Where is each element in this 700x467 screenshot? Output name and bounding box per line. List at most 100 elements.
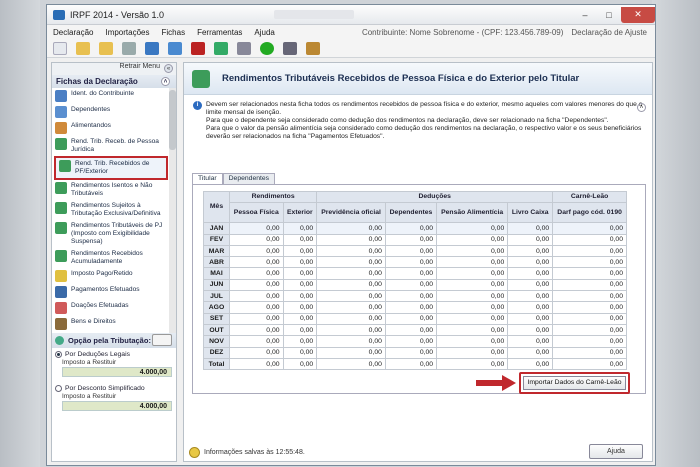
value-cell[interactable]: 0,00	[552, 335, 627, 348]
retrair-menu[interactable]: Retrair Menu «	[52, 63, 176, 75]
value-cell[interactable]: 0,00	[436, 346, 509, 359]
value-cell[interactable]: 0,00	[282, 312, 318, 325]
open-folder-icon[interactable]	[76, 41, 90, 55]
value-cell[interactable]: 0,00	[552, 278, 627, 292]
value-cell[interactable]: 0,00	[436, 335, 509, 348]
value-cell[interactable]: 0,00	[384, 346, 438, 359]
value-cell[interactable]: 0,00	[552, 323, 627, 337]
value-cell[interactable]: 0,00	[316, 301, 386, 314]
value-cell[interactable]: 0,00	[316, 222, 386, 235]
value-cell[interactable]: 0,00	[552, 244, 627, 258]
calculator-icon[interactable]	[283, 41, 297, 55]
sidebar-item-bens[interactable]: Bens e Direitos	[52, 316, 176, 332]
value-cell[interactable]: 0,00	[384, 323, 438, 337]
sidebar-scrollbar[interactable]	[169, 88, 176, 333]
value-cell[interactable]: 0,00	[282, 256, 318, 269]
value-cell[interactable]: 0,00	[229, 312, 284, 325]
value-cell[interactable]: 0,00	[436, 256, 509, 269]
value-cell[interactable]: 0,00	[507, 278, 554, 292]
tab-titular[interactable]: Titular	[192, 173, 223, 184]
value-cell[interactable]: 0,00	[384, 222, 438, 235]
value-cell[interactable]: 0,00	[384, 301, 438, 314]
collapse-icon[interactable]: «	[164, 64, 173, 73]
value-cell[interactable]: 0,00	[229, 301, 284, 314]
value-cell[interactable]: 0,00	[552, 267, 627, 280]
value-cell[interactable]: 0,00	[507, 290, 554, 303]
value-cell[interactable]: 0,00	[552, 346, 627, 359]
value-cell[interactable]: 0,00	[316, 323, 386, 337]
collapse-info-icon[interactable]: ˄	[637, 103, 646, 112]
help-button[interactable]: Ajuda	[589, 444, 643, 459]
value-cell[interactable]: 0,00	[316, 267, 386, 280]
value-cell[interactable]: 0,00	[384, 256, 438, 269]
value-cell[interactable]: 0,00	[316, 233, 386, 246]
value-cell[interactable]: 0,00	[507, 222, 554, 235]
value-cell[interactable]: 0,00	[436, 323, 509, 337]
value-cell[interactable]: 0,00	[384, 244, 438, 258]
value-cell[interactable]: 0,00	[384, 335, 438, 348]
sync-icon[interactable]	[168, 41, 182, 55]
radio-desconto-simplificado[interactable]: Por Desconto Simplificado	[52, 382, 176, 393]
value-cell[interactable]: 0,00	[384, 233, 438, 246]
value-cell[interactable]: 0,00	[436, 267, 509, 280]
value-cell[interactable]: 0,00	[436, 312, 509, 325]
value-cell[interactable]: 0,00	[282, 267, 318, 280]
book-icon[interactable]	[306, 41, 320, 55]
sidebar-item-rend-pf-exterior[interactable]: Rend. Trib. Recebidos de PF/Exterior	[54, 156, 168, 180]
sidebar-item-alimentandos[interactable]: Alimentandos	[52, 120, 176, 136]
value-cell[interactable]: 0,00	[552, 290, 627, 303]
import-carne-leao-button[interactable]: Importar Dados do Carnê-Leão	[523, 376, 626, 390]
value-cell[interactable]: 0,00	[436, 278, 509, 292]
value-cell[interactable]: 0,00	[436, 233, 509, 246]
value-cell[interactable]: 0,00	[507, 256, 554, 269]
menu-ferramentas[interactable]: Ferramentas	[197, 28, 242, 37]
network-icon[interactable]	[145, 41, 159, 55]
menu-ajuda[interactable]: Ajuda	[254, 28, 274, 37]
value-cell[interactable]: 0,00	[436, 244, 509, 258]
value-cell[interactable]: 0,00	[316, 256, 386, 269]
folder-icon[interactable]	[99, 41, 113, 55]
value-cell[interactable]: 0,00	[229, 323, 284, 337]
sidebar-item-dependentes[interactable]: Dependentes	[52, 104, 176, 120]
menu-fichas[interactable]: Fichas	[162, 28, 186, 37]
value-cell[interactable]: 0,00	[282, 278, 318, 292]
value-cell[interactable]: 0,00	[552, 312, 627, 325]
new-icon[interactable]	[53, 41, 67, 55]
value-cell[interactable]: 0,00	[507, 346, 554, 359]
check-icon[interactable]	[260, 41, 274, 55]
value-cell[interactable]: 0,00	[507, 301, 554, 314]
value-cell[interactable]: 0,00	[552, 301, 627, 314]
value-cell[interactable]: 0,00	[436, 222, 509, 235]
maximize-button[interactable]: □	[597, 7, 621, 23]
value-cell[interactable]: 0,00	[316, 312, 386, 325]
value-cell[interactable]: 0,00	[507, 233, 554, 246]
value-cell[interactable]: 0,00	[229, 222, 284, 235]
sidebar-item-exclusiva[interactable]: Rendimentos Sujeitos à Tributação Exclus…	[52, 200, 176, 220]
value-cell[interactable]: 0,00	[384, 312, 438, 325]
menu-importacoes[interactable]: Importações	[105, 28, 149, 37]
value-cell[interactable]: 0,00	[229, 346, 284, 359]
tab-dependentes[interactable]: Dependentes	[222, 173, 276, 184]
value-cell[interactable]: 0,00	[229, 244, 284, 258]
sidebar-item-doacoes[interactable]: Doações Efetuadas	[52, 300, 176, 316]
value-cell[interactable]: 0,00	[507, 323, 554, 337]
value-cell[interactable]: 0,00	[282, 290, 318, 303]
sidebar-item-ident[interactable]: Ident. do Contribuinte	[52, 88, 176, 104]
value-cell[interactable]: 0,00	[552, 256, 627, 269]
value-cell[interactable]: 0,00	[507, 312, 554, 325]
value-cell[interactable]: 0,00	[316, 290, 386, 303]
sidebar-item-pagamentos[interactable]: Pagamentos Efetuados	[52, 284, 176, 300]
search-button[interactable]	[152, 334, 172, 346]
value-cell[interactable]: 0,00	[282, 233, 318, 246]
value-cell[interactable]: 0,00	[384, 290, 438, 303]
close-button[interactable]: ✕	[621, 6, 655, 23]
value-cell[interactable]: 0,00	[229, 278, 284, 292]
trash-icon[interactable]	[122, 41, 136, 55]
print-icon[interactable]	[237, 41, 251, 55]
value-cell[interactable]: 0,00	[436, 290, 509, 303]
sidebar-item-isentos[interactable]: Rendimentos Isentos e Não Tributáveis	[52, 180, 176, 200]
value-cell[interactable]: 0,00	[436, 301, 509, 314]
save-icon[interactable]	[191, 41, 205, 55]
value-cell[interactable]: 0,00	[552, 222, 627, 235]
value-cell[interactable]: 0,00	[316, 244, 386, 258]
